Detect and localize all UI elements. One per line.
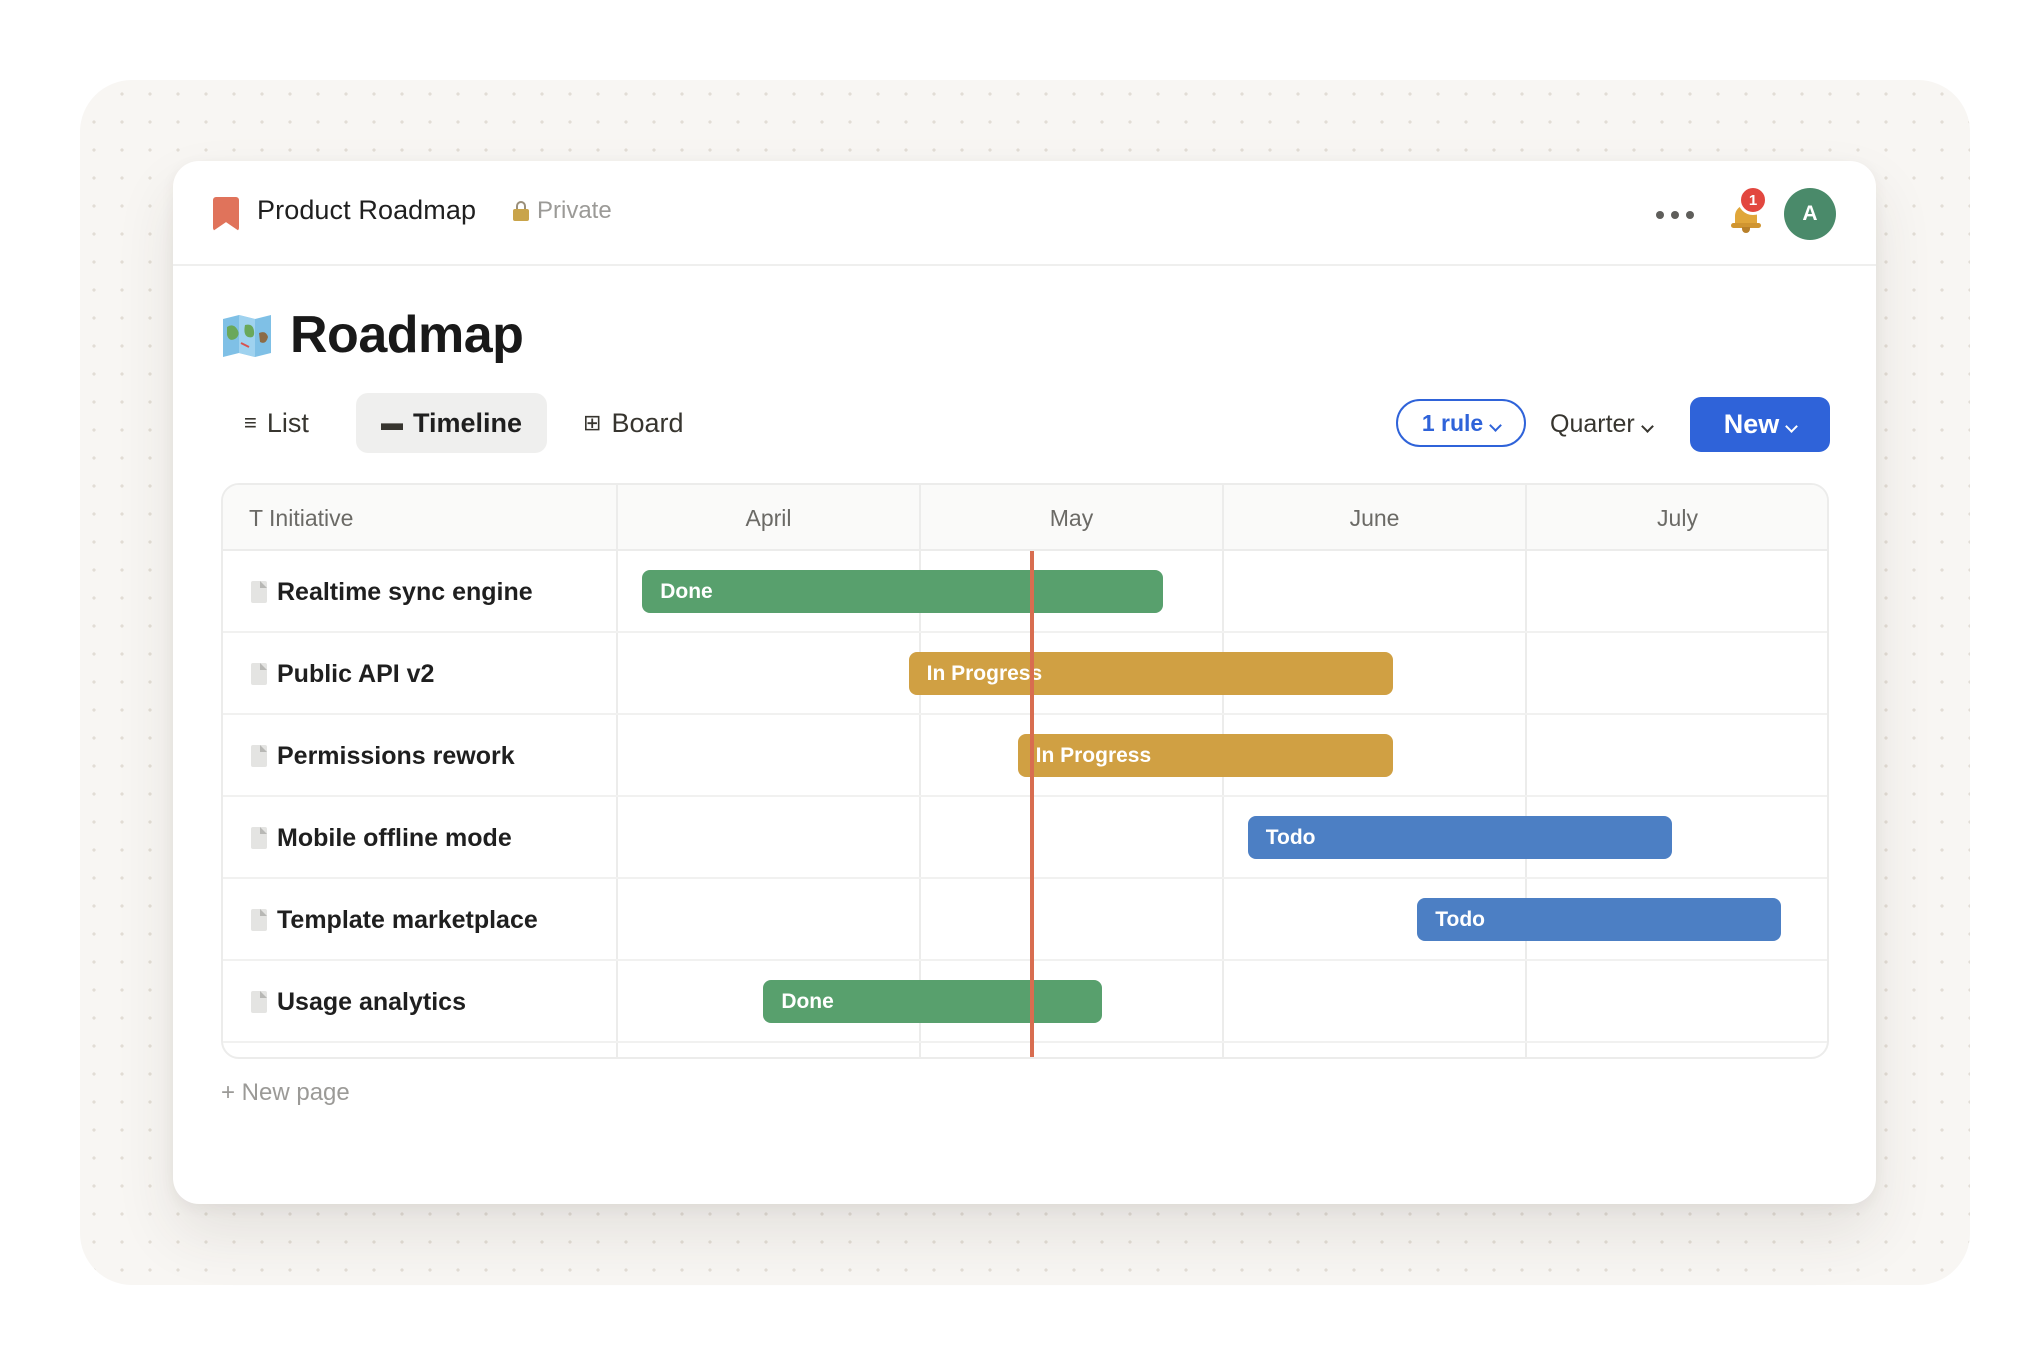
rule-label: 1 rule [1421, 409, 1484, 436]
timeline-row: Realtime sync engine Done [223, 551, 1827, 633]
privacy-label: Private [537, 197, 612, 224]
timeline-icon: ▬ [381, 410, 403, 435]
tab-label: Timeline [413, 407, 523, 438]
tab-timeline[interactable]: ▬ Timeline [356, 393, 548, 453]
row-title-text: Permissions rework [277, 741, 515, 770]
page-icon [251, 745, 267, 767]
timeline-bar[interactable]: Done [642, 570, 1163, 613]
row-title[interactable]: Usage analytics [251, 961, 466, 1043]
page-icon [251, 581, 267, 603]
timeline-row: Mobile offline mode Todo [223, 797, 1827, 879]
row-title[interactable]: Public API v2 [251, 633, 434, 715]
notification-badge: 1 [1738, 185, 1768, 215]
row-title-text: Template marketplace [277, 905, 538, 934]
new-label: New [1723, 409, 1780, 439]
row-title-text: Realtime sync engine [277, 577, 533, 606]
new-button[interactable]: New [1690, 397, 1830, 452]
row-title[interactable]: Template marketplace [251, 879, 538, 961]
row-title-text: Mobile offline mode [277, 823, 512, 852]
row-title[interactable]: Mobile offline mode [251, 797, 512, 879]
more-options-icon[interactable] [1656, 211, 1694, 219]
map-icon [223, 315, 271, 357]
lock-icon [513, 201, 529, 221]
doc-title[interactable]: Product Roadmap [257, 195, 476, 226]
chevron-down-icon [1785, 420, 1799, 433]
timeline-bar[interactable]: In Progress [1017, 734, 1394, 777]
row-title-text: Public API v2 [277, 659, 435, 688]
zoom-quarter-button[interactable]: Quarter [1550, 401, 1654, 447]
row-title[interactable]: Guest permissions [251, 1043, 502, 1057]
new-page-button[interactable]: + New page [221, 1079, 350, 1107]
chevron-down-icon [1640, 419, 1654, 433]
board-icon: ⊞ [583, 410, 602, 435]
month-may: May [1049, 505, 1094, 531]
timeline-row: Guest permissionsIn Progress [223, 1043, 1827, 1057]
chevron-down-icon [1489, 418, 1503, 432]
month-june: June [1349, 505, 1400, 531]
month-july: July [1657, 505, 1698, 531]
row-title[interactable]: Realtime sync engine [251, 551, 533, 633]
row-title[interactable]: Permissions rework [251, 715, 515, 797]
timeline-row: Template marketplace Todo [223, 879, 1827, 961]
timeline-grid: T Initiative April May June July Realtim… [221, 483, 1829, 1059]
quarter-label: Quarter [1550, 409, 1635, 438]
timeline-bar[interactable]: Done [763, 980, 1103, 1023]
tab-label: Board [611, 407, 684, 438]
avatar[interactable]: A [1784, 188, 1836, 240]
privacy-indicator[interactable]: Private [513, 197, 612, 225]
tab-label: List [266, 407, 309, 438]
row-title-text: Usage analytics [277, 987, 466, 1016]
initiative-column-header[interactable]: T Initiative [249, 485, 353, 551]
timeline-row: Permissions rework In Progress [223, 715, 1827, 797]
app-window: Product Roadmap Private 1 A Roadmap ≡ Li… [173, 161, 1876, 1204]
page-icon [251, 827, 267, 849]
bookmark-icon [213, 197, 239, 231]
timeline-row: Usage analytics Done [223, 961, 1827, 1043]
page-icon [251, 663, 267, 685]
timeline-header: T Initiative April May June July [223, 485, 1827, 551]
page-icon [251, 991, 267, 1013]
page-title: Roadmap [290, 306, 524, 364]
topbar: Product Roadmap Private 1 A [173, 161, 1876, 266]
month-april: April [745, 505, 792, 531]
timeline-row: Public API v2 In Progress [223, 633, 1827, 715]
filter-rule-button[interactable]: 1 rule [1396, 399, 1526, 447]
tab-board[interactable]: ⊞ Board [558, 393, 709, 453]
tab-list[interactable]: ≡ List [219, 393, 334, 453]
today-marker [1029, 551, 1034, 1057]
timeline-bar[interactable]: Todo [1417, 898, 1781, 941]
timeline-bar[interactable]: Todo [1247, 816, 1672, 859]
page-icon [251, 909, 267, 931]
list-icon: ≡ [244, 410, 257, 435]
timeline-bar[interactable]: In Progress [908, 652, 1394, 695]
